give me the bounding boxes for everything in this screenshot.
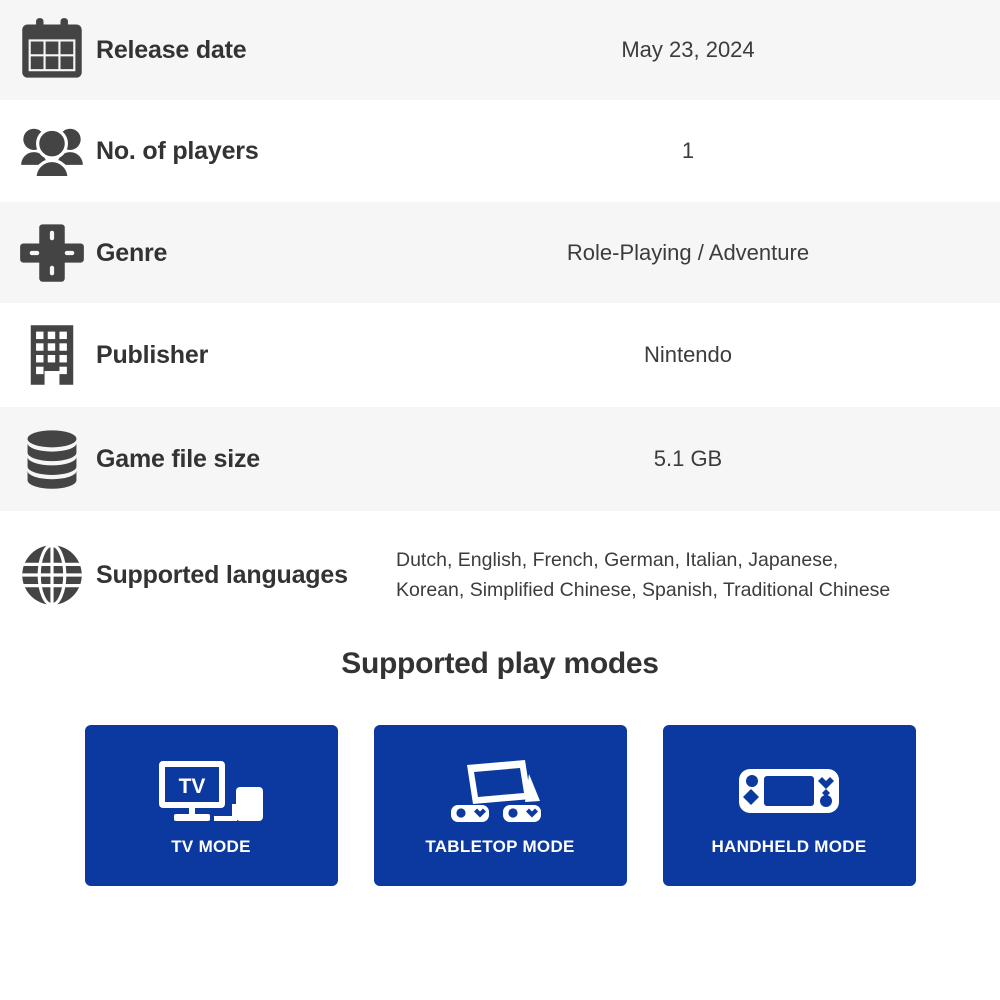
spec-label-languages-line1: Supported languages (96, 561, 348, 589)
svg-text:TV: TV (179, 775, 206, 798)
spec-row-file-size: Game file size 5.1 GB (0, 407, 1000, 511)
play-mode-card-tv[interactable]: TV TV MODE (84, 725, 338, 886)
play-modes-title: Supported play modes (341, 647, 659, 680)
play-mode-card-handheld[interactable]: HANDHELD MODE (662, 725, 916, 886)
languages-line-1: Dutch, English, French, German, Italian,… (396, 548, 839, 571)
players-icon (0, 117, 96, 185)
supported-play-modes-section: Supported play modes TV TV MODE TABLETOP… (0, 647, 1000, 886)
spec-row-release-date: Release date May 23, 2024 (0, 0, 1000, 100)
spec-value-publisher: Nintendo (643, 342, 733, 368)
play-mode-label-tabletop: TABLETOP MODE (425, 837, 575, 856)
handheld-mode-icon (734, 754, 844, 828)
spec-row-publisher: Publisher Nintendo (0, 303, 1000, 407)
spec-label-languages: Supported languages (96, 561, 386, 589)
database-icon (0, 425, 96, 493)
calendar-icon (0, 16, 96, 84)
spec-value-players: 1 (681, 138, 695, 164)
spec-label-genre: Genre (96, 238, 168, 267)
play-mode-card-tabletop[interactable]: TABLETOP MODE (373, 725, 627, 886)
spec-value-release-date: May 23, 2024 (621, 37, 755, 63)
building-icon (0, 321, 96, 389)
game-spec-table: Release date May 23, 2024 No. of players… (0, 0, 1000, 639)
globe-icon (0, 541, 96, 609)
play-mode-label-handheld: HANDHELD MODE (711, 837, 867, 856)
spec-value-file-size: 5.1 GB (653, 446, 723, 472)
spec-label-release-date: Release date (96, 36, 247, 64)
spec-row-genre: Genre Role-Playing / Adventure (0, 202, 1000, 303)
spec-row-languages: Supported languages Dutch, English, Fren… (0, 511, 1000, 639)
spec-label-file-size: Game file size (96, 445, 260, 473)
spec-label-publisher: Publisher (96, 341, 209, 369)
languages-line-2: Korean, Simplified Chinese, Spanish, Tra… (396, 579, 891, 601)
spec-value-languages: Dutch, English, French, German, Italian,… (386, 545, 1000, 605)
dpad-icon (0, 219, 96, 287)
tv-mode-icon: TV (156, 754, 266, 828)
spec-row-players: No. of players 1 (0, 100, 1000, 202)
spec-value-genre: Role-Playing / Adventure (566, 239, 810, 265)
play-mode-card-list: TV TV MODE TABLETOP MODE HANDHELD MODE (0, 725, 1000, 886)
play-mode-label-tv: TV MODE (171, 837, 251, 856)
spec-label-players: No. of players (96, 137, 259, 165)
tabletop-mode-icon (445, 754, 555, 828)
